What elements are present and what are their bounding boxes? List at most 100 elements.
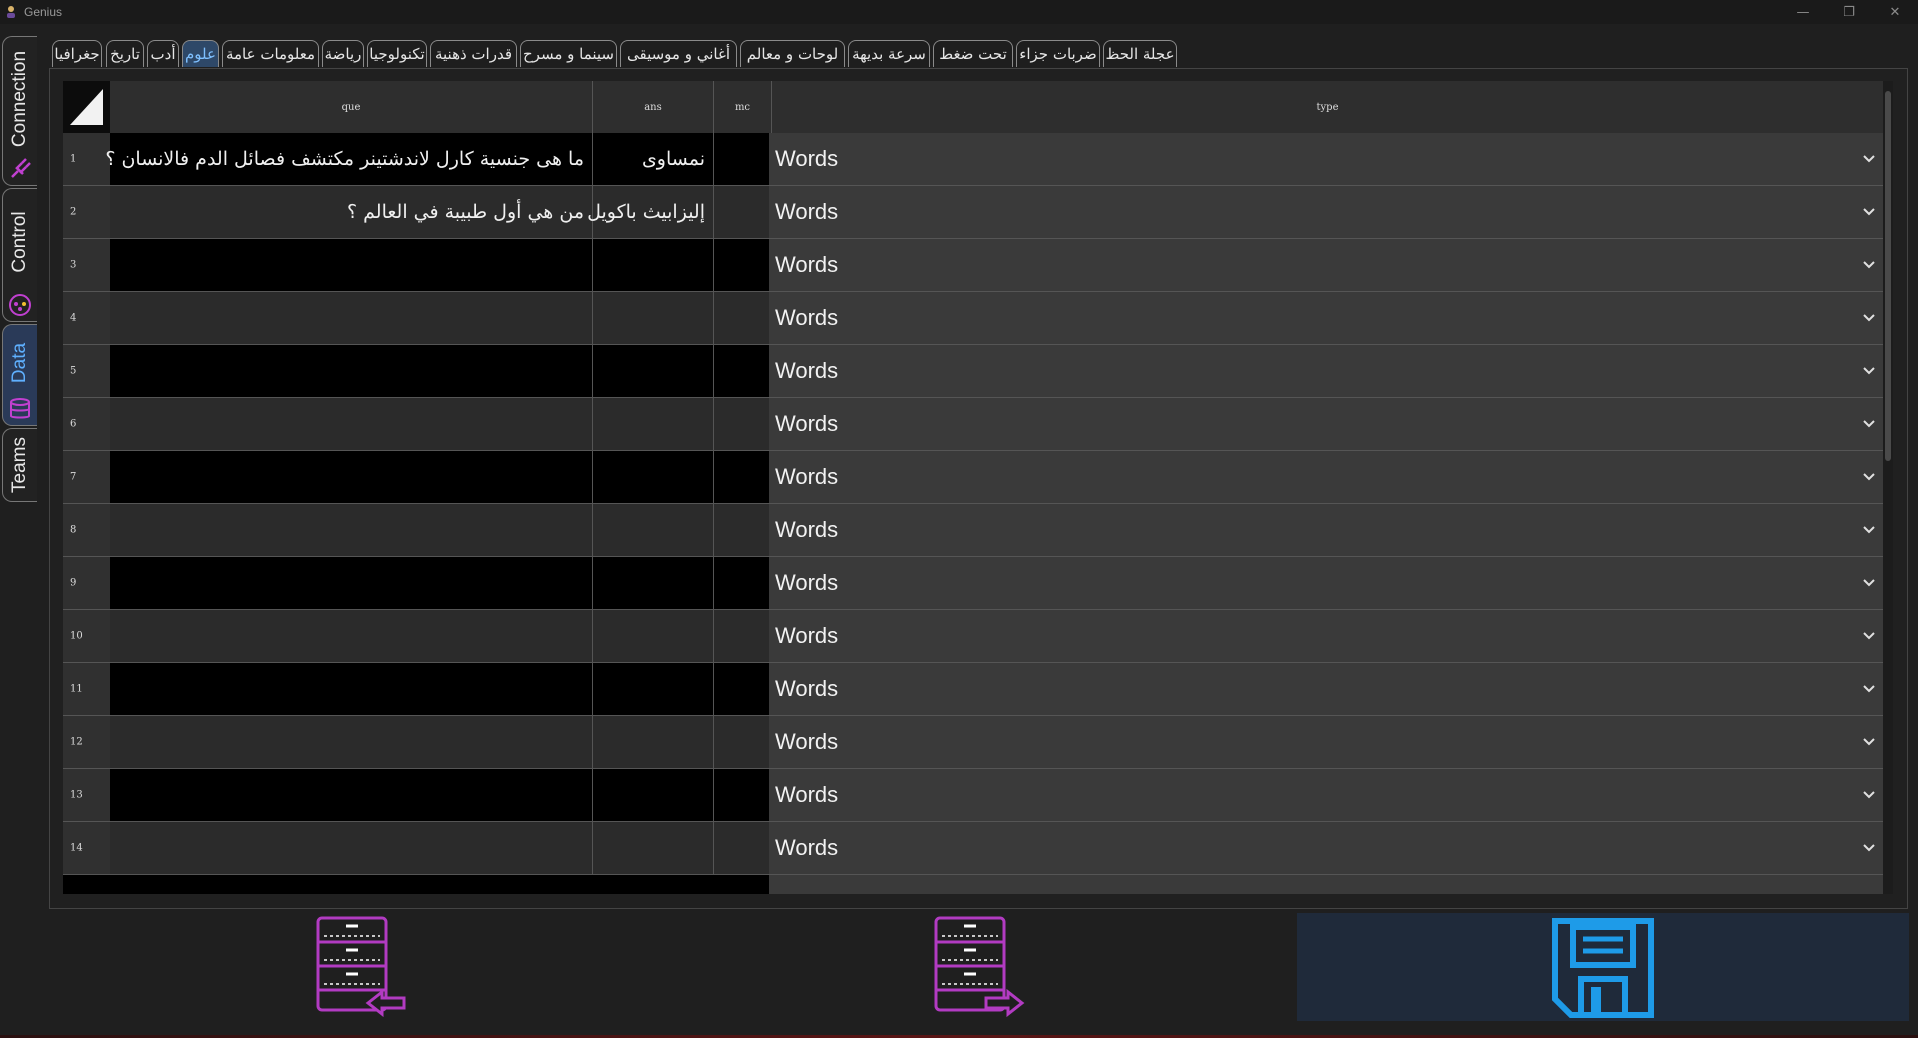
row-header[interactable]: 12: [63, 716, 111, 769]
type-dropdown[interactable]: Words: [769, 133, 1883, 186]
cell-que[interactable]: [110, 292, 593, 345]
cell-mc[interactable]: [714, 186, 772, 239]
row-header[interactable]: 10: [63, 610, 111, 663]
row-header[interactable]: 14: [63, 822, 111, 875]
table-vertical-scrollbar[interactable]: [1883, 81, 1893, 894]
cell-que[interactable]: [110, 504, 593, 557]
cell-mc[interactable]: [714, 557, 772, 610]
cell-mc[interactable]: [714, 345, 772, 398]
cell-mc[interactable]: [714, 610, 772, 663]
type-dropdown[interactable]: Words: [769, 557, 1883, 610]
type-dropdown[interactable]: Words: [769, 769, 1883, 822]
tab-category-paintings-landmarks[interactable]: لوحات و معالم: [740, 40, 845, 67]
column-header-type[interactable]: type: [772, 81, 1883, 134]
tab-category-songs-music[interactable]: أغاني و موسيقى: [620, 40, 737, 67]
cell-que[interactable]: [110, 769, 593, 822]
row-header[interactable]: 7: [63, 451, 111, 504]
type-dropdown[interactable]: Words: [769, 186, 1883, 239]
row-header[interactable]: 5: [63, 345, 111, 398]
cell-ans[interactable]: [593, 610, 714, 663]
tab-category-geography[interactable]: جغرافيا: [52, 40, 102, 67]
cell-mc[interactable]: [714, 716, 772, 769]
tab-category-general-knowledge[interactable]: معلومات عامة: [222, 40, 319, 67]
tab-category-mental-abilities[interactable]: قدرات ذهنية: [430, 40, 517, 67]
cell-mc[interactable]: [714, 769, 772, 822]
cell-ans[interactable]: نمساوى: [593, 133, 714, 186]
cell-que[interactable]: [110, 345, 593, 398]
cell-que[interactable]: [110, 451, 593, 504]
tab-category-wheel-of-fortune[interactable]: عجلة الحظ: [1103, 40, 1177, 67]
row-header[interactable]: 8: [63, 504, 111, 557]
type-dropdown[interactable]: Words: [769, 610, 1883, 663]
tab-category-under-pressure[interactable]: تحت ضغط: [933, 40, 1013, 67]
cell-que[interactable]: [110, 822, 593, 875]
type-dropdown[interactable]: Words: [769, 239, 1883, 292]
type-dropdown[interactable]: Words: [769, 345, 1883, 398]
cell-que[interactable]: [110, 398, 593, 451]
cell-ans[interactable]: [593, 345, 714, 398]
column-header-que[interactable]: que: [110, 81, 593, 134]
cell-ans[interactable]: [593, 398, 714, 451]
cell-que[interactable]: من هي أول طبيبة في العالم ؟: [110, 186, 593, 239]
cell-mc[interactable]: [714, 822, 772, 875]
cell-ans[interactable]: [593, 716, 714, 769]
restore-button[interactable]: ❐: [1826, 0, 1872, 24]
cell-mc[interactable]: [714, 663, 772, 716]
tab-connection[interactable]: Connection: [2, 36, 37, 186]
type-dropdown[interactable]: Words: [769, 398, 1883, 451]
minimize-button[interactable]: —: [1780, 0, 1826, 24]
cell-mc[interactable]: [714, 239, 772, 292]
close-button[interactable]: ✕: [1872, 0, 1918, 24]
cell-mc[interactable]: [714, 133, 772, 186]
cell-mc[interactable]: [714, 504, 772, 557]
tab-teams[interactable]: Teams: [2, 428, 37, 502]
column-header-mc[interactable]: mc: [714, 81, 772, 134]
tab-data[interactable]: Data: [2, 324, 37, 426]
row-header[interactable]: 11: [63, 663, 111, 716]
cell-ans[interactable]: [593, 769, 714, 822]
cell-ans[interactable]: [593, 557, 714, 610]
tab-category-history[interactable]: تاريخ: [106, 40, 144, 67]
tab-control[interactable]: Control: [2, 188, 37, 322]
cell-mc[interactable]: [714, 292, 772, 345]
cell-mc[interactable]: [714, 451, 772, 504]
scrollbar-thumb[interactable]: [1885, 91, 1891, 461]
row-header[interactable]: 1: [63, 133, 111, 186]
cell-ans[interactable]: [593, 663, 714, 716]
tab-category-cinema-theater[interactable]: سينما و مسرح: [520, 40, 617, 67]
select-all-corner[interactable]: [63, 81, 111, 134]
tab-category-technology[interactable]: تكنولوجيا: [367, 40, 427, 67]
save-button[interactable]: [1297, 913, 1909, 1021]
type-dropdown[interactable]: Words: [769, 504, 1883, 557]
type-dropdown[interactable]: Words: [769, 663, 1883, 716]
type-dropdown[interactable]: Words: [769, 451, 1883, 504]
tab-category-sports[interactable]: رياضة: [322, 40, 364, 67]
cell-que[interactable]: [110, 663, 593, 716]
cell-ans[interactable]: إليزابيث باكويل: [587, 186, 714, 239]
row-header[interactable]: 6: [63, 398, 111, 451]
tab-category-literature[interactable]: أدب: [147, 40, 179, 67]
cell-ans[interactable]: [593, 504, 714, 557]
type-dropdown[interactable]: Words: [769, 822, 1883, 875]
tab-category-quick-wit[interactable]: سرعة بديهة: [848, 40, 930, 67]
export-button[interactable]: [928, 912, 1028, 1022]
type-dropdown[interactable]: Words: [769, 716, 1883, 769]
tab-category-penalties[interactable]: ضربات جزاء: [1016, 40, 1100, 67]
cell-ans[interactable]: [593, 292, 714, 345]
row-header[interactable]: 9: [63, 557, 111, 610]
tab-category-science[interactable]: علوم: [182, 40, 219, 67]
questions-table[interactable]: que ans mc type 1 ما هى جنسية كارل لاندشت…: [63, 81, 1883, 894]
row-header[interactable]: 13: [63, 769, 111, 822]
cell-que[interactable]: [110, 716, 593, 769]
row-header[interactable]: 3: [63, 239, 111, 292]
cell-que[interactable]: [110, 610, 593, 663]
type-dropdown[interactable]: Words: [769, 292, 1883, 345]
cell-que[interactable]: [110, 239, 593, 292]
row-header[interactable]: 2: [63, 186, 111, 239]
row-header[interactable]: 4: [63, 292, 111, 345]
cell-mc[interactable]: [714, 398, 772, 451]
import-button[interactable]: [310, 912, 410, 1022]
cell-ans[interactable]: [593, 822, 714, 875]
column-header-ans[interactable]: ans: [593, 81, 714, 134]
cell-ans[interactable]: [593, 239, 714, 292]
